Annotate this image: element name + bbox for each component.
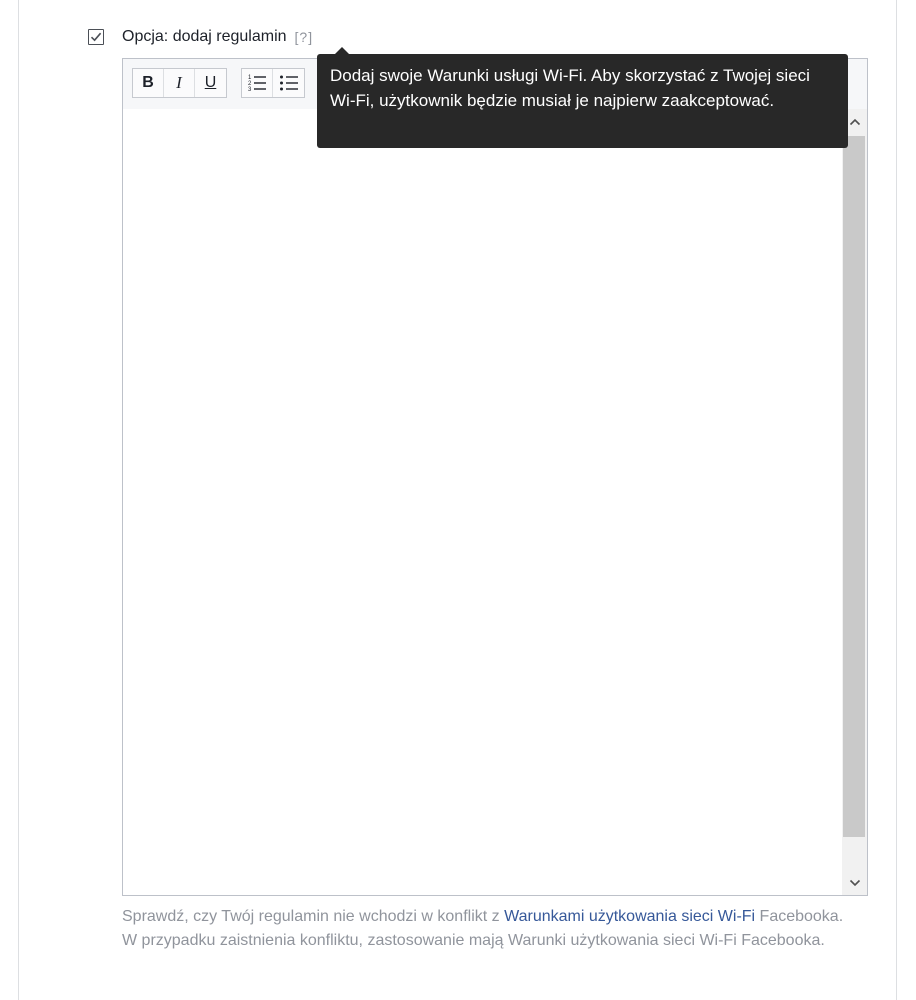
italic-button[interactable]: I	[164, 69, 195, 97]
editor-scrollbar[interactable]	[842, 109, 867, 895]
scroll-thumb[interactable]	[843, 136, 865, 837]
terms-checkbox[interactable]	[88, 29, 104, 45]
chevron-up-icon	[849, 118, 860, 125]
terms-conflict-note: Sprawdź, czy Twój regulamin nie wchodzi …	[122, 905, 852, 953]
numbered-list-icon: 1 2 3	[248, 75, 266, 93]
tooltip-arrow	[335, 47, 349, 54]
numbered-list-button[interactable]: 1 2 3	[242, 69, 273, 97]
bold-button[interactable]: B	[133, 69, 164, 97]
wifi-terms-link[interactable]: Warunkami użytkowania sieci Wi-Fi	[504, 908, 755, 925]
terms-option-row: Opcja: dodaj regulamin [?]	[88, 26, 313, 48]
bulleted-list-icon	[279, 75, 298, 91]
format-button-group: B I U	[132, 68, 227, 98]
help-icon[interactable]: [?]	[295, 29, 314, 45]
svg-text:3: 3	[248, 87, 252, 93]
checkmark-icon	[90, 32, 102, 42]
bulleted-list-button[interactable]	[273, 69, 304, 97]
tooltip-text: Dodaj swoje Warunki usługi Wi-Fi. Aby sk…	[330, 66, 810, 110]
left-frame-border	[18, 0, 19, 1000]
chevron-down-icon	[849, 879, 860, 886]
scroll-down-button[interactable]	[842, 870, 867, 895]
terms-editor: B I U 1 2 3	[122, 58, 868, 896]
terms-option-label[interactable]: Opcja: dodaj regulamin	[122, 28, 287, 46]
right-frame-border	[896, 0, 897, 1000]
list-button-group: 1 2 3	[241, 68, 305, 98]
note-text-before: Sprawdź, czy Twój regulamin nie wchodzi …	[122, 908, 505, 925]
underline-button[interactable]: U	[195, 69, 226, 97]
help-tooltip: Dodaj swoje Warunki usługi Wi-Fi. Aby sk…	[317, 47, 848, 148]
page: Opcja: dodaj regulamin [?] B I U 1 2 3 D…	[0, 0, 916, 1000]
editor-text-area[interactable]	[123, 109, 867, 895]
